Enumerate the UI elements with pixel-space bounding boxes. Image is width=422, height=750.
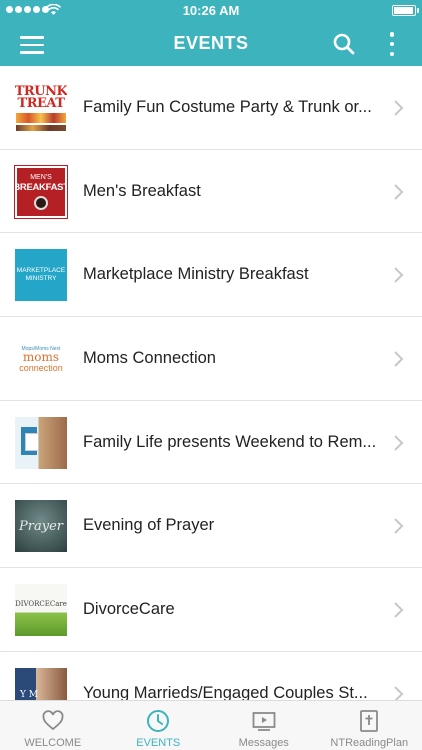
event-title: DivorceCare [83, 600, 175, 619]
event-title: Men's Breakfast [83, 181, 201, 200]
bible-icon [360, 710, 379, 732]
divorcecare-thumbnail: DIVORCECare [15, 584, 67, 637]
event-title: Young Marrieds/Engaged Couples St... [83, 683, 368, 700]
mens-breakfast-thumbnail: MEN'S BREAKFAST [14, 164, 68, 219]
event-title: Moms Connection [83, 349, 216, 368]
tab-events[interactable]: EVENTS [106, 701, 212, 750]
tab-welcome[interactable]: WELCOME [0, 701, 106, 750]
marketplace-ministry-thumbnail: MARKETPLACE MINISTRY [15, 249, 67, 302]
status-bar: 10:26 AM [0, 0, 422, 22]
list-item[interactable]: Y M Young Marrieds/Engaged Couples St... [0, 652, 422, 700]
clock-icon [147, 710, 170, 732]
list-item[interactable]: MARKETPLACE MINISTRY Marketplace Ministr… [0, 233, 422, 318]
chevron-right-icon [394, 435, 404, 451]
tab-ntreadingplan[interactable]: NTReadingPlan [317, 701, 422, 750]
tab-label: NTReadingPlan [330, 737, 409, 749]
chevron-right-icon [394, 602, 404, 618]
moms-connection-thumbnail: Mops/Moms Next moms connection [15, 333, 67, 386]
young-marrieds-thumbnail: Y M [15, 667, 67, 700]
weekend-to-remember-thumbnail [15, 416, 67, 469]
tab-messages[interactable]: Messages [211, 701, 317, 750]
evening-of-prayer-thumbnail: Prayer [15, 500, 67, 553]
list-item[interactable]: DIVORCECare DivorceCare [0, 568, 422, 652]
event-title: Family Fun Costume Party & Trunk or... [83, 98, 372, 116]
event-title: Evening of Prayer [83, 516, 215, 535]
chevron-right-icon [394, 351, 404, 367]
list-item[interactable]: MEN'S BREAKFAST Men's Breakfast [0, 150, 422, 234]
event-list: TRUNK TREAT Family Fun Costume Party & T… [0, 66, 422, 700]
list-item[interactable]: Prayer Evening of Prayer [0, 484, 422, 569]
event-title: Family Life presents Weekend to Rem... [83, 432, 377, 451]
tab-label: EVENTS [136, 737, 181, 749]
event-title: Marketplace Ministry Breakfast [83, 265, 309, 284]
list-item[interactable]: Family Life presents Weekend to Rem... [0, 401, 422, 485]
tab-label: WELCOME [24, 737, 82, 749]
status-time: 10:26 AM [182, 3, 240, 18]
page-title: EVENTS [173, 33, 249, 53]
search-icon[interactable] [332, 32, 356, 56]
chevron-right-icon [394, 267, 404, 284]
heart-icon [42, 710, 64, 731]
chevron-right-icon [394, 100, 404, 116]
tab-label: Messages [238, 737, 289, 749]
list-item[interactable]: Mops/Moms Next moms connection Moms Conn… [0, 317, 422, 401]
play-video-icon [252, 712, 276, 731]
chevron-right-icon [394, 518, 404, 535]
more-options-icon[interactable] [388, 32, 396, 56]
tab-bar: WELCOME EVENTS Messages NTReadingPlan [0, 700, 422, 750]
trunk-or-treat-thumbnail: TRUNK TREAT [15, 82, 67, 134]
chevron-right-icon [394, 183, 404, 200]
chevron-right-icon [394, 686, 404, 700]
battery-icon [392, 5, 419, 16]
list-item[interactable]: TRUNK TREAT Family Fun Costume Party & T… [0, 66, 422, 150]
nav-bar: EVENTS [0, 22, 422, 66]
